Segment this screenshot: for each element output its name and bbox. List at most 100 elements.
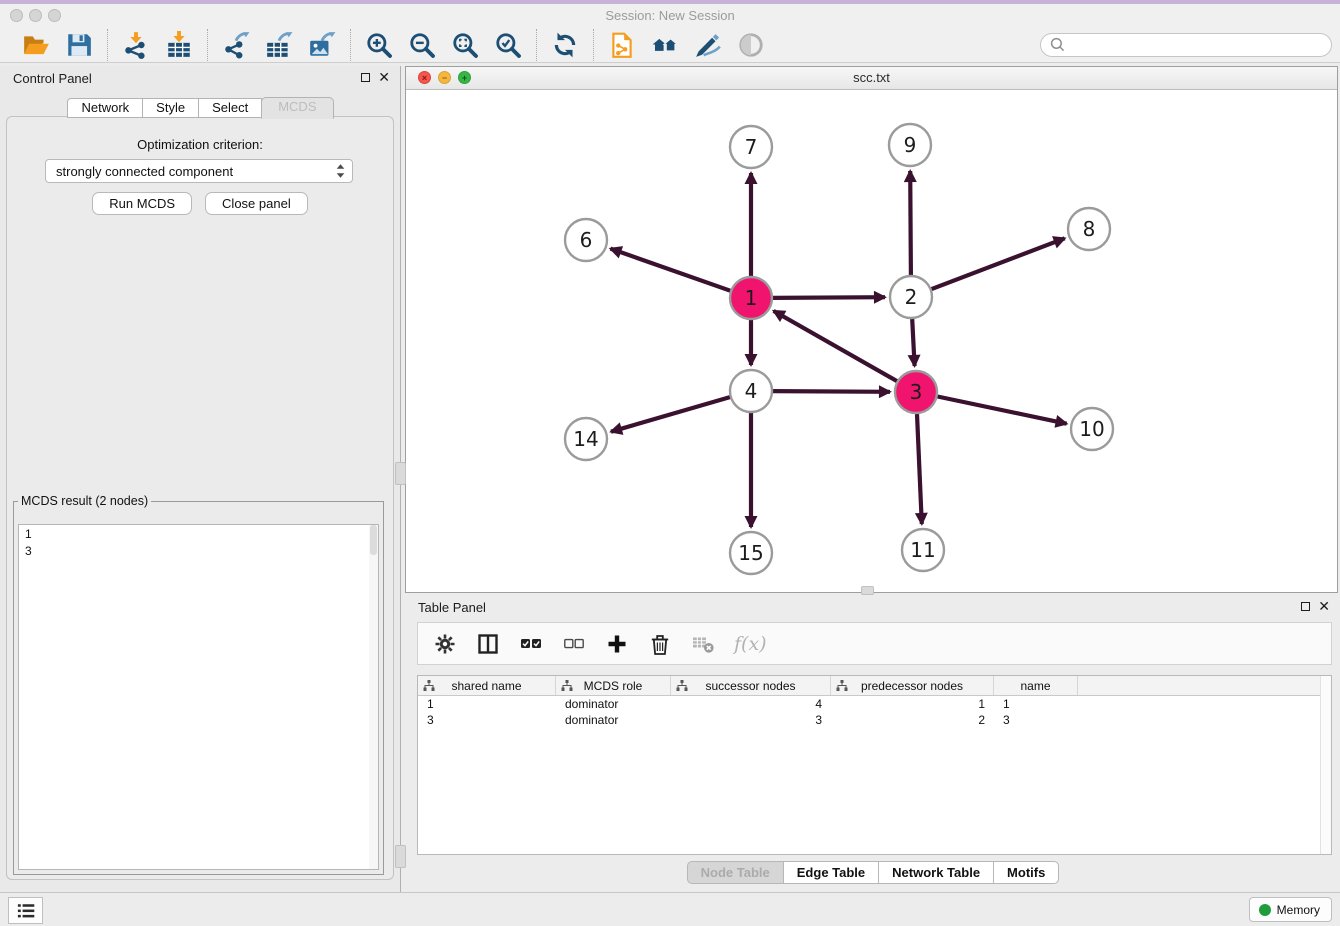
edge-3-1[interactable] [774, 311, 897, 381]
svg-text:2: 2 [905, 285, 918, 309]
close-panel-icon[interactable]: ✕ [378, 71, 390, 83]
optimization-criterion-label: Optimization criterion: [7, 137, 393, 152]
column-header-shared-name[interactable]: shared name [418, 676, 556, 695]
node-11[interactable]: 11 [902, 529, 944, 571]
visual-properties-button[interactable] [693, 30, 723, 60]
edge-3-10[interactable] [938, 397, 1067, 424]
column-header-mcds-role[interactable]: MCDS role [556, 676, 671, 695]
zoom-selected-button[interactable] [493, 30, 523, 60]
export-table-icon [265, 31, 293, 59]
save-session-button[interactable] [64, 30, 94, 60]
float-table-panel-icon[interactable] [1301, 602, 1310, 611]
result-scrollbar[interactable] [369, 525, 378, 869]
save-session-icon [65, 31, 93, 59]
svg-text:15: 15 [738, 541, 763, 565]
zoom-in-button[interactable] [364, 30, 394, 60]
tab-mcds[interactable]: MCDS [261, 97, 333, 119]
edge-2-9[interactable] [910, 171, 911, 275]
create-column-button[interactable] [605, 632, 629, 656]
function-builder-button[interactable]: f(x) [734, 633, 767, 655]
show-panels-button[interactable] [8, 897, 43, 924]
edge-1-2[interactable] [773, 297, 885, 298]
tab-select[interactable]: Select [198, 98, 262, 118]
node-14[interactable]: 14 [565, 418, 607, 460]
select-all-rows-button[interactable] [519, 632, 543, 656]
import-network-button[interactable] [121, 30, 151, 60]
zoom-fit-button[interactable] [450, 30, 480, 60]
edge-2-8[interactable] [932, 238, 1065, 289]
deselect-all-rows-button[interactable] [562, 632, 586, 656]
status-bar: Memory [0, 892, 1340, 926]
memory-button[interactable]: Memory [1249, 897, 1332, 922]
column-header-predecessor-nodes[interactable]: predecessor nodes [831, 676, 994, 695]
search-text-field[interactable] [1066, 36, 1323, 53]
toolbar-group [351, 30, 536, 60]
edge-2-3[interactable] [912, 319, 914, 366]
node-9[interactable]: 9 [889, 124, 931, 166]
node-2[interactable]: 2 [890, 276, 932, 318]
svg-text:1: 1 [745, 286, 758, 310]
open-session-button[interactable] [21, 30, 51, 60]
table-row[interactable]: 3dominator323 [418, 712, 1331, 728]
tab-edge-table[interactable]: Edge Table [783, 861, 879, 884]
first-neighbors-icon [651, 31, 679, 59]
node-8[interactable]: 8 [1068, 208, 1110, 250]
delete-columns-button[interactable] [648, 632, 672, 656]
show-hide-button[interactable] [736, 30, 766, 60]
run-mcds-button[interactable]: Run MCDS [92, 192, 192, 215]
edge-4-3[interactable] [773, 391, 890, 392]
close-panel-button[interactable]: Close panel [205, 192, 308, 215]
table-scrollbar[interactable] [1320, 676, 1331, 854]
tab-node-table[interactable]: Node Table [687, 861, 784, 884]
splitter-handle[interactable] [395, 845, 406, 868]
attribute-type-icon [836, 680, 848, 694]
table-cell: 4 [671, 696, 831, 712]
node-7[interactable]: 7 [730, 126, 772, 168]
zoom-fit-icon [451, 31, 479, 59]
network-title: scc.txt [406, 67, 1337, 89]
node-3[interactable]: 3 [895, 371, 937, 413]
node-6[interactable]: 6 [565, 219, 607, 261]
export-network-button[interactable] [221, 30, 251, 60]
close-table-panel-icon[interactable]: ✕ [1318, 600, 1330, 612]
edge-1-6[interactable] [611, 249, 731, 291]
table-mode-gear-button[interactable] [433, 632, 457, 656]
tab-network-table[interactable]: Network Table [878, 861, 994, 884]
optimization-criterion-select[interactable]: strongly connected component [45, 159, 353, 183]
table-row[interactable]: 1dominator411 [418, 696, 1331, 712]
splitter-handle[interactable] [395, 462, 406, 485]
mcds-result-text[interactable]: 1 3 [18, 524, 379, 870]
svg-text:7: 7 [745, 135, 758, 159]
tab-network[interactable]: Network [67, 98, 143, 118]
mcds-result-fieldset: MCDS result (2 nodes) 1 3 [13, 494, 384, 875]
network-window-titlebar[interactable]: × − + scc.txt [406, 67, 1337, 90]
table-body: 1dominator4113dominator323 [418, 696, 1331, 728]
export-table-button[interactable] [264, 30, 294, 60]
node-4[interactable]: 4 [730, 370, 772, 412]
column-header-successor-nodes[interactable]: successor nodes [671, 676, 831, 695]
table-cell: 1 [418, 696, 556, 712]
export-image-button[interactable] [307, 30, 337, 60]
node-15[interactable]: 15 [730, 532, 772, 574]
refresh-button[interactable] [550, 30, 580, 60]
tab-style[interactable]: Style [142, 98, 199, 118]
import-table-button[interactable] [164, 30, 194, 60]
column-header-name[interactable]: name [994, 676, 1078, 695]
node-10[interactable]: 10 [1071, 408, 1113, 450]
select-stepper-icon [335, 163, 346, 179]
node-1[interactable]: 1 [730, 277, 772, 319]
edge-3-11[interactable] [917, 414, 922, 524]
table-panel-header: Table Panel ✕ [405, 595, 1340, 621]
edge-4-14[interactable] [611, 397, 730, 432]
first-neighbors-button[interactable] [650, 30, 680, 60]
zoom-selected-icon [494, 31, 522, 59]
tab-motifs[interactable]: Motifs [993, 861, 1059, 884]
clone-network-button[interactable] [607, 30, 637, 60]
float-panel-icon[interactable] [361, 73, 370, 82]
splitter-handle[interactable] [861, 586, 874, 595]
zoom-out-button[interactable] [407, 30, 437, 60]
delete-table-button[interactable] [691, 632, 715, 656]
network-canvas[interactable]: 7 9 6 8 1 2 4 3 14 10 15 11 [406, 89, 1337, 592]
search-input[interactable] [1040, 33, 1332, 57]
show-columns-button[interactable] [476, 632, 500, 656]
